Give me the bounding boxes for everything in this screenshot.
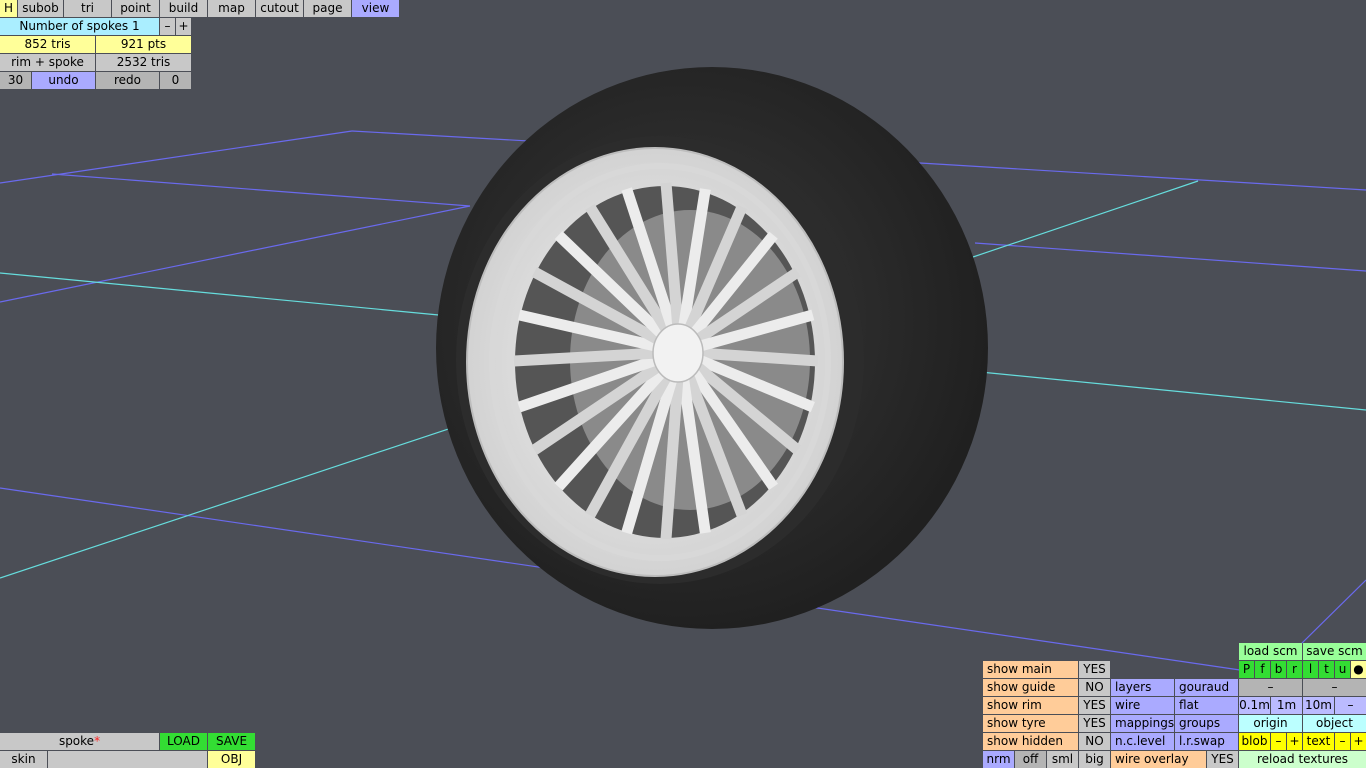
view-perspective-button[interactable]: P <box>1239 661 1254 678</box>
undo-count: 30 <box>0 72 31 89</box>
menu-h-button[interactable]: H <box>0 0 17 17</box>
wire-button[interactable]: wire <box>1111 697 1174 714</box>
wire-overlay-label: wire overlay <box>1111 751 1206 768</box>
menu-cutout-tab[interactable]: cutout <box>256 0 303 17</box>
menu-view-tab[interactable]: view <box>352 0 399 17</box>
blob-decrease-button[interactable]: – <box>1271 733 1286 750</box>
small-size-button[interactable]: sml <box>1047 751 1078 768</box>
reload-textures-button[interactable]: reload textures <box>1239 751 1366 768</box>
selection-label: rim + spoke <box>0 54 95 71</box>
nc-level-button[interactable]: n.c.level <box>1111 733 1174 750</box>
show-main-label: show main <box>983 661 1078 678</box>
view-back-button[interactable]: b <box>1271 661 1286 678</box>
origin-button[interactable]: origin <box>1239 715 1302 732</box>
scene-dash-right[interactable]: – <box>1303 679 1366 696</box>
menu-point-tab[interactable]: point <box>112 0 159 17</box>
scene-dash-left[interactable]: – <box>1239 679 1302 696</box>
show-guide-toggle[interactable]: NO <box>1079 679 1110 696</box>
show-guide-label: show guide <box>983 679 1078 696</box>
menu-build-tab[interactable]: build <box>160 0 207 17</box>
lr-swap-button[interactable]: l.r.swap <box>1175 733 1238 750</box>
object-name: spoke <box>58 734 95 748</box>
object-button[interactable]: object <box>1303 715 1366 732</box>
obj-export-button[interactable]: OBJ <box>208 751 255 768</box>
save-button[interactable]: SAVE <box>208 733 255 750</box>
spoke-count-decrease-button[interactable]: – <box>160 18 175 35</box>
point-count: 921 pts <box>96 36 191 53</box>
show-tyre-toggle[interactable]: YES <box>1079 715 1110 732</box>
spoke-count-increase-button[interactable]: + <box>176 18 191 35</box>
wire-overlay-toggle[interactable]: YES <box>1207 751 1238 768</box>
layers-button[interactable]: layers <box>1111 679 1174 696</box>
text-increase-button[interactable]: + <box>1351 733 1366 750</box>
blob-increase-button[interactable]: + <box>1287 733 1302 750</box>
hub <box>652 323 704 383</box>
view-under-button[interactable]: u <box>1335 661 1350 678</box>
big-size-button[interactable]: big <box>1079 751 1110 768</box>
gouraud-button[interactable]: gouraud <box>1175 679 1238 696</box>
show-rim-label: show rim <box>983 697 1078 714</box>
show-hidden-toggle[interactable]: NO <box>1079 733 1110 750</box>
modified-indicator: * <box>94 734 101 748</box>
groups-button[interactable]: groups <box>1175 715 1238 732</box>
skin-input[interactable] <box>48 751 207 768</box>
object-name-field[interactable]: spoke* <box>0 733 159 750</box>
show-main-toggle[interactable]: YES <box>1079 661 1110 678</box>
spoke-count-label: Number of spokes 1 <box>0 18 159 35</box>
scale-minus-button[interactable]: – <box>1335 697 1366 714</box>
load-button[interactable]: LOAD <box>160 733 207 750</box>
view-dot-icon[interactable]: ● <box>1351 661 1366 678</box>
scale-0-1m-button[interactable]: 0.1m <box>1239 697 1270 714</box>
undo-button[interactable]: undo <box>32 72 95 89</box>
menu-tri-tab[interactable]: tri <box>64 0 111 17</box>
mappings-button[interactable]: mappings <box>1111 715 1174 732</box>
show-hidden-label: show hidden <box>983 733 1078 750</box>
wheel-model <box>436 67 988 629</box>
show-rim-toggle[interactable]: YES <box>1079 697 1110 714</box>
view-right-button[interactable]: r <box>1287 661 1302 678</box>
text-decrease-button[interactable]: – <box>1335 733 1350 750</box>
view-front-button[interactable]: f <box>1255 661 1270 678</box>
selection-tri-count: 2532 tris <box>96 54 191 71</box>
scale-1m-button[interactable]: 1m <box>1271 697 1302 714</box>
blob-label: blob <box>1239 733 1270 750</box>
save-scm-button[interactable]: save scm <box>1303 643 1366 660</box>
view-top-button[interactable]: t <box>1319 661 1334 678</box>
flat-button[interactable]: flat <box>1175 697 1238 714</box>
menu-map-tab[interactable]: map <box>208 0 255 17</box>
menu-subob-tab[interactable]: subob <box>18 0 63 17</box>
load-scm-button[interactable]: load scm <box>1239 643 1302 660</box>
menu-page-tab[interactable]: page <box>304 0 351 17</box>
view-left-button[interactable]: l <box>1303 661 1318 678</box>
normal-size-button[interactable]: nrm <box>983 751 1014 768</box>
show-tyre-label: show tyre <box>983 715 1078 732</box>
3d-viewport[interactable] <box>0 0 1366 768</box>
size-off-button[interactable]: off <box>1015 751 1046 768</box>
redo-button[interactable]: redo <box>96 72 159 89</box>
scale-10m-button[interactable]: 10m <box>1303 697 1334 714</box>
triangle-count: 852 tris <box>0 36 95 53</box>
text-label: text <box>1303 733 1334 750</box>
redo-count: 0 <box>160 72 191 89</box>
skin-label: skin <box>0 751 47 768</box>
